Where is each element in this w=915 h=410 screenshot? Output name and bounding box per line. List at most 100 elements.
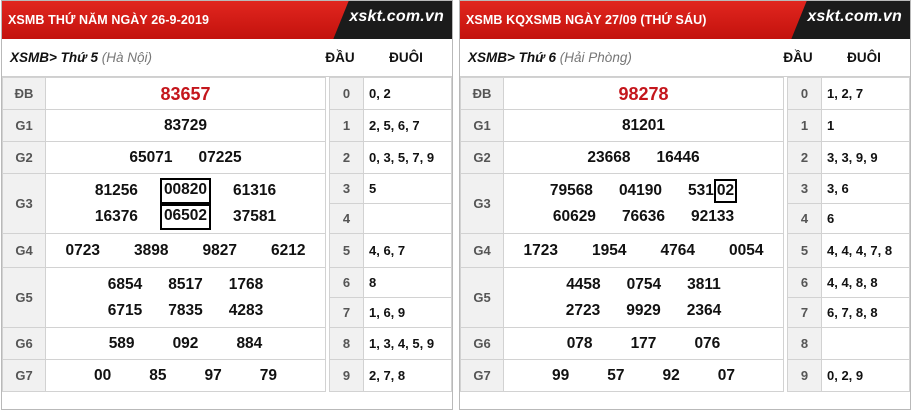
prize-number: 9827: [202, 241, 237, 259]
dau-digit: 9: [329, 359, 364, 392]
prize-label: ĐB: [460, 77, 504, 110]
duoi-list: 2, 5, 6, 7: [363, 109, 452, 142]
prize-number: 65071: [129, 148, 173, 166]
prize-number: 4283: [228, 301, 264, 319]
header-dau: ĐẦU: [325, 50, 355, 65]
dau-digit: 5: [329, 233, 364, 268]
site-logo[interactable]: xskt.com.vn: [349, 8, 444, 26]
table-row: G7 99 57 92 07 9 0, 2, 9: [460, 359, 910, 392]
breadcrumb-link[interactable]: XSMB> Thứ 5: [10, 50, 98, 65]
duoi-list: 0, 2: [363, 77, 452, 110]
prize-number: 99: [552, 366, 570, 384]
prize-number: 6715: [107, 301, 143, 319]
duoi-list: 1: [821, 109, 910, 142]
panel-title[interactable]: XSMB THỨ NĂM NGÀY 26-9-2019: [8, 13, 209, 27]
prize-label: G1: [460, 109, 504, 142]
prize-number: 16446: [656, 148, 700, 166]
duoi-list: 1, 6, 9: [363, 297, 452, 328]
prize-number: 2723: [565, 301, 601, 319]
prize-label: G7: [2, 359, 46, 392]
prize-label: G7: [460, 359, 504, 392]
highlighted-tail-digits: 02: [713, 178, 738, 203]
prize-label: G4: [2, 233, 46, 268]
prize-number: 6854: [107, 275, 143, 293]
prize-label: G1: [2, 109, 46, 142]
prize-number: 9929: [626, 301, 661, 319]
prize-number-partial-highlight: 531 02: [688, 178, 738, 204]
prize-number: 61316: [233, 181, 277, 199]
table-row: G2 23668 16446 2 3, 3, 9, 9: [460, 141, 910, 174]
prize-label: ĐB: [2, 77, 46, 110]
prize-number-head: 531: [688, 181, 714, 199]
prize-number: 85: [149, 366, 167, 384]
results-panel-friday: XSMB KQXSMB NGÀY 27/09 (THỨ SÁU) xskt.co…: [459, 0, 911, 410]
prize-number: 177: [630, 334, 657, 352]
prize-number: 37581: [233, 207, 277, 225]
duoi-list: 0, 3, 5, 7, 9: [363, 141, 452, 174]
table-row: G1 83729 1 2, 5, 6, 7: [2, 109, 452, 142]
dau-digit: 8: [329, 327, 364, 360]
prize-number: 076: [694, 334, 721, 352]
duoi-list: 4, 6, 7: [363, 233, 452, 268]
prize-label: G2: [2, 141, 46, 174]
duoi-list: 6: [821, 203, 910, 234]
prize-number: 79568: [549, 181, 593, 199]
header-duoi: ĐUÔI: [847, 50, 881, 65]
dau-digit: 8: [787, 327, 822, 360]
prize-number: 23668: [587, 148, 631, 166]
prize-number: 16376: [94, 207, 138, 225]
duoi-list: 5: [363, 173, 452, 204]
table-row: G4 1723 1954 4764 0054 5 4, 4, 4, 7, 8: [460, 233, 910, 268]
prize-label: G3: [460, 173, 504, 234]
prize-number: 04190: [618, 181, 663, 199]
table-row: G4 0723 3898 9827 6212 5 4, 6, 7: [2, 233, 452, 268]
breadcrumb-place: (Hà Nội): [101, 50, 153, 65]
site-logo[interactable]: xskt.com.vn: [807, 8, 902, 26]
header-duoi: ĐUÔI: [389, 50, 423, 65]
duoi-list: 2, 7, 8: [363, 359, 452, 392]
panel-title[interactable]: XSMB KQXSMB NGÀY 27/09 (THỨ SÁU): [466, 13, 706, 27]
prize-number: 4764: [660, 241, 695, 259]
special-prize-number: 83657: [160, 83, 211, 104]
table-row: G5 6854 8517 1768 6715 7835 4283 6 8: [2, 267, 452, 328]
prize-number: 092: [172, 334, 199, 352]
dau-digit: 7: [787, 297, 822, 328]
prize-number: 1954: [592, 241, 627, 259]
prize-label: G2: [460, 141, 504, 174]
table-row: G3 79568 04190 531 02 60629 76636 92133 3 3, …: [460, 173, 910, 234]
prize-number: 00: [94, 366, 112, 384]
panel-header: XSMB KQXSMB NGÀY 27/09 (THỨ SÁU) xskt.co…: [460, 1, 910, 39]
prize-number: 589: [108, 334, 135, 352]
table-row: G1 81201 1 1: [460, 109, 910, 142]
duoi-list: 3, 3, 9, 9: [821, 141, 910, 174]
prize-label: G4: [460, 233, 504, 268]
prize-number: 57: [607, 366, 625, 384]
prize-number: 3811: [687, 275, 721, 293]
breadcrumb: XSMB> Thứ 5 (Hà Nội): [2, 50, 320, 65]
table-row: ĐB 83657 0 0, 2: [2, 77, 452, 110]
prize-number: 3898: [134, 241, 169, 259]
prize-number: 884: [236, 334, 263, 352]
breadcrumb-link[interactable]: XSMB> Thứ 6: [468, 50, 556, 65]
duoi-list: [363, 203, 452, 234]
subheader: XSMB> Thứ 6 (Hải Phòng) ĐẦU ĐUÔI: [460, 39, 910, 77]
prize-label: G3: [2, 173, 46, 234]
dau-digit: 4: [787, 203, 822, 234]
prize-number: 92133: [691, 207, 735, 225]
dau-digit: 4: [329, 203, 364, 234]
dau-digit: 0: [329, 77, 364, 110]
dau-digit: 2: [329, 141, 364, 174]
duoi-list: 3, 6: [821, 173, 910, 204]
prize-label: G5: [460, 267, 504, 328]
duoi-list: 4, 4, 8, 8: [821, 267, 910, 298]
prize-number: 60629: [552, 207, 596, 225]
duoi-list: 0, 2, 9: [821, 359, 910, 392]
dau-digit: 9: [787, 359, 822, 392]
prize-number: 078: [566, 334, 593, 352]
prize-number: 8517: [168, 275, 203, 293]
prize-number: 6212: [270, 241, 306, 259]
dau-digit: 7: [329, 297, 364, 328]
duoi-list: 1, 2, 7: [821, 77, 910, 110]
dau-digit: 1: [787, 109, 822, 142]
results-table: ĐB 83657 0 0, 2 G1 83729 1 2, 5, 6, 7 G2…: [2, 77, 452, 392]
